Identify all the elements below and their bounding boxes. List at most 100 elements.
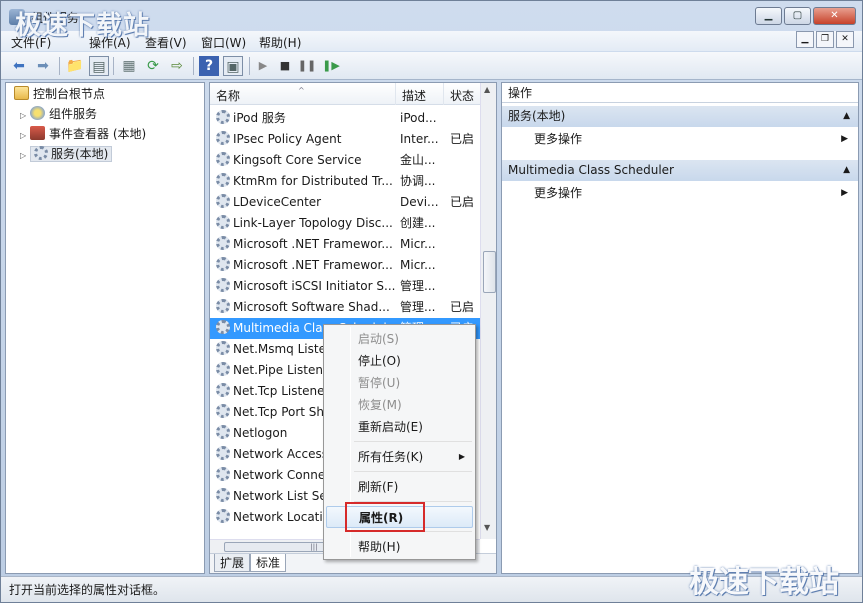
collapse-icon[interactable]: ▲ xyxy=(843,160,850,181)
properties-icon[interactable]: ▣ xyxy=(223,56,243,76)
service-gear-icon xyxy=(216,467,230,481)
tree-item-services-local[interactable]: ▷ 服务(本地) xyxy=(20,144,113,166)
mmc-window: 组件服务 ▁ ▢ ✕ 极速下载站 文件(F) 操作(A) 查看(V) 窗口(W)… xyxy=(0,0,863,603)
service-gear-icon xyxy=(216,194,230,208)
pause-icon[interactable]: ❚❚ xyxy=(297,56,317,76)
watermark-top: 极速下载站 xyxy=(15,11,151,41)
table-row[interactable]: iPod 服务 iPod... xyxy=(210,108,480,129)
mdi-close-button[interactable]: ✕ xyxy=(836,31,854,48)
toolbar-separator xyxy=(59,57,60,75)
tree-root[interactable]: 控制台根节点 xyxy=(14,84,105,104)
mdi-restore-button[interactable]: ❐ xyxy=(816,31,834,48)
collapse-icon[interactable]: ▲ xyxy=(843,106,850,127)
vertical-scrollbar[interactable]: ▲ ▼ xyxy=(480,83,496,539)
column-status[interactable]: 状态 xyxy=(444,83,484,105)
menu-separator xyxy=(354,441,472,442)
table-row[interactable]: KtmRm for Distributed Tr... 协调... xyxy=(210,171,480,192)
service-gear-icon xyxy=(216,152,230,166)
table-row[interactable]: Link-Layer Topology Disc... 创建... xyxy=(210,213,480,234)
restart-icon[interactable]: ❚▶ xyxy=(321,56,341,76)
menu-item-stop[interactable]: 停止(O) xyxy=(326,350,473,372)
event-viewer-icon xyxy=(30,126,45,140)
menu-item-help[interactable]: 帮助(H) xyxy=(326,536,473,558)
menu-item-restart[interactable]: 重新启动(E) xyxy=(326,416,473,438)
column-desc[interactable]: 描述 xyxy=(396,83,444,105)
submenu-arrow-icon: ▶ xyxy=(458,452,465,461)
action-group-scheduler[interactable]: Multimedia Class Scheduler ▲ xyxy=(502,160,858,181)
scroll-up-icon[interactable]: ▲ xyxy=(484,85,490,94)
menu-item-start[interactable]: 启动(S) xyxy=(326,328,473,350)
maximize-button[interactable]: ▢ xyxy=(784,7,811,25)
expand-arrow-icon[interactable]: ▷ xyxy=(20,106,30,126)
menu-separator xyxy=(354,471,472,472)
menu-window[interactable]: 窗口(W) xyxy=(201,34,246,51)
service-gear-icon xyxy=(216,362,230,376)
menu-item-resume[interactable]: 恢复(M) xyxy=(326,394,473,416)
expand-arrow-icon[interactable]: ▷ xyxy=(20,126,30,146)
service-gear-icon xyxy=(216,341,230,355)
toolbar-separator xyxy=(193,57,194,75)
service-gear-icon xyxy=(216,425,230,439)
help-icon[interactable]: ? xyxy=(199,56,219,76)
service-gear-icon xyxy=(216,236,230,250)
table-row[interactable]: Microsoft Software Shad... 管理... 已启 xyxy=(210,297,480,318)
service-gear-icon xyxy=(216,488,230,502)
service-gear-icon xyxy=(216,383,230,397)
watermark-bottom: 极速下载站 xyxy=(689,565,839,600)
action-more-actions[interactable]: 更多操作 ▶ xyxy=(502,182,858,204)
back-icon[interactable]: ⬅ xyxy=(9,56,29,76)
table-row[interactable]: IPsec Policy Agent Inter... 已启 xyxy=(210,129,480,150)
close-button[interactable]: ✕ xyxy=(813,7,856,25)
minimize-button[interactable]: ▁ xyxy=(755,7,782,25)
service-gear-icon xyxy=(216,509,230,523)
mdi-minimize-button[interactable]: ▁ xyxy=(796,31,814,48)
scroll-down-icon[interactable]: ▼ xyxy=(484,523,490,532)
column-name[interactable]: ^ 名称 xyxy=(210,83,396,105)
table-row[interactable]: Kingsoft Core Service 金山... xyxy=(210,150,480,171)
service-gear-icon xyxy=(216,215,230,229)
export-icon[interactable]: ▦ xyxy=(119,56,139,76)
action-more-actions[interactable]: 更多操作 ▶ xyxy=(502,128,858,150)
service-gear-icon xyxy=(216,299,230,313)
menu-item-pause[interactable]: 暂停(U) xyxy=(326,372,473,394)
tree-item-component-services[interactable]: ▷ 组件服务 xyxy=(20,104,97,124)
status-text: 打开当前选择的属性对话框。 xyxy=(9,583,166,597)
table-row[interactable]: Microsoft .NET Framewor... Micr... xyxy=(210,255,480,276)
services-gear-icon xyxy=(34,146,48,160)
menu-item-all-tasks[interactable]: 所有任务(K) ▶ xyxy=(326,446,473,468)
tab-extended[interactable]: 扩展 xyxy=(214,554,251,572)
service-gear-icon xyxy=(216,110,230,124)
up-icon[interactable]: 📁 xyxy=(65,56,85,76)
refresh-icon[interactable]: ⟳ xyxy=(143,56,163,76)
service-gear-icon xyxy=(216,446,230,460)
export-list-icon[interactable]: ⇨ xyxy=(167,56,187,76)
submenu-arrow-icon: ▶ xyxy=(841,134,848,144)
list-header: ^ 名称 描述 状态 xyxy=(210,83,484,105)
stop-icon[interactable]: ■ xyxy=(275,56,295,76)
table-row[interactable]: LDeviceCenter Devi... 已启 xyxy=(210,192,480,213)
table-row[interactable]: Microsoft iSCSI Initiator S... 管理... xyxy=(210,276,480,297)
mdi-controls: ▁ ❐ ✕ xyxy=(796,31,854,48)
service-gear-icon xyxy=(216,173,230,187)
menu-view[interactable]: 查看(V) xyxy=(145,34,187,51)
service-gear-icon xyxy=(216,278,230,292)
show-hide-tree-icon[interactable]: ▤ xyxy=(89,56,109,76)
tree-item-event-viewer[interactable]: ▷ 事件查看器 (本地) xyxy=(20,124,146,144)
service-gear-icon xyxy=(216,404,230,418)
menu-help[interactable]: 帮助(H) xyxy=(259,34,301,51)
toolbar: ⬅ ➡ 📁 ▤ ▦ ⟳ ⇨ ? ▣ ▶ ■ ❚❚ ❚▶ xyxy=(1,52,862,80)
actions-title: 操作 xyxy=(502,83,858,103)
service-gear-icon xyxy=(216,131,230,145)
action-group-services[interactable]: 服务(本地) ▲ xyxy=(502,106,858,127)
sort-ascending-icon: ^ xyxy=(298,86,305,95)
tab-standard[interactable]: 标准 xyxy=(250,554,287,572)
scroll-thumb[interactable] xyxy=(483,251,496,293)
play-icon[interactable]: ▶ xyxy=(253,56,273,76)
forward-icon[interactable]: ➡ xyxy=(33,56,53,76)
menu-item-refresh[interactable]: 刷新(F) xyxy=(326,476,473,498)
expand-arrow-icon[interactable]: ▷ xyxy=(20,146,30,166)
table-row[interactable]: Microsoft .NET Framewor... Micr... xyxy=(210,234,480,255)
toolbar-separator xyxy=(113,57,114,75)
component-services-icon xyxy=(30,106,45,120)
highlight-annotation xyxy=(345,502,425,532)
